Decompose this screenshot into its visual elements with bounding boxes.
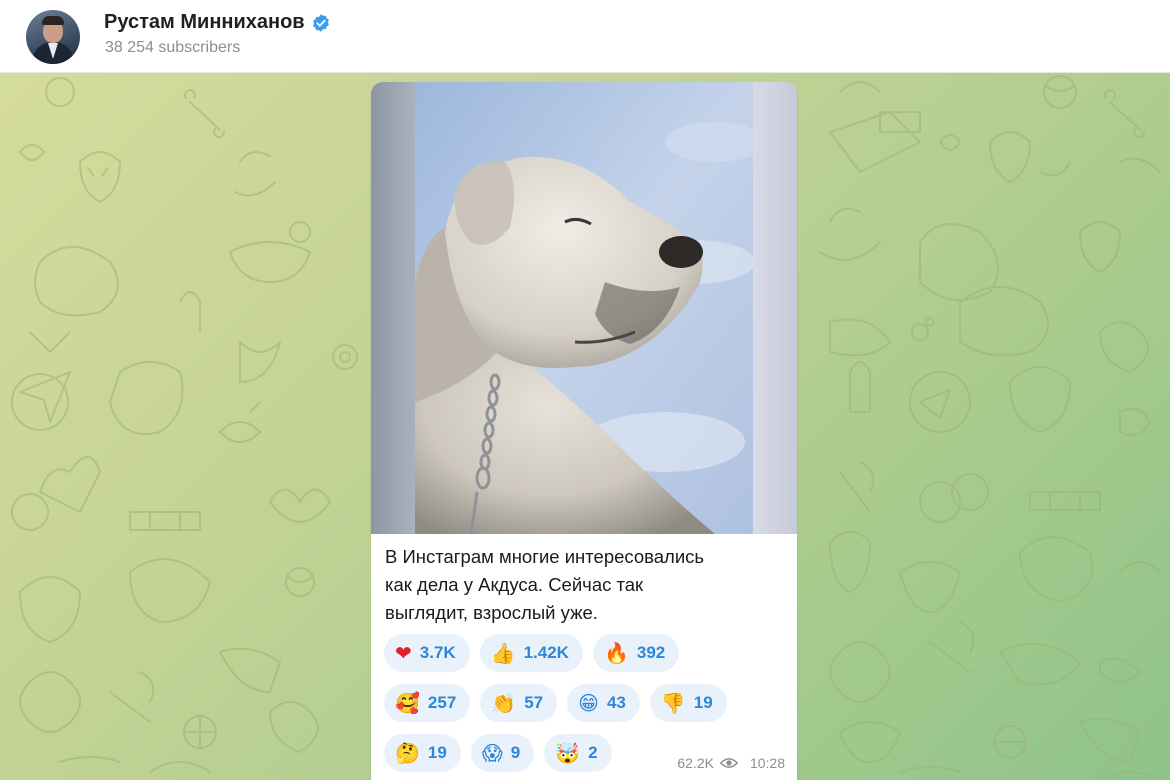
reaction-grinning[interactable]: 😁 43 <box>567 684 640 722</box>
thinking-icon: 🤔 <box>395 741 420 765</box>
reaction-screaming[interactable]: 😱 9 <box>470 734 535 772</box>
eye-icon <box>719 758 738 768</box>
reaction-count: 2 <box>588 743 598 762</box>
screaming-icon: 😱 <box>481 741 503 765</box>
reaction-count: 1.42K <box>523 643 569 662</box>
channel-name: Рустам Минниханов <box>104 11 305 33</box>
reaction-heart[interactable]: ❤ 3.7K <box>384 634 470 672</box>
reaction-count: 43 <box>606 693 626 712</box>
channel-post[interactable]: В Инстаграм многие интересовались как де… <box>371 82 797 782</box>
verified-badge-icon <box>312 13 329 32</box>
grinning-icon: 😁 <box>578 691 599 715</box>
caption-line: В Инстаграм многие интересовались <box>385 546 705 567</box>
view-count: 62.2K <box>677 755 714 771</box>
mind-blown-icon: 🤯 <box>555 741 581 765</box>
channel-header[interactable]: Рустам Минниханов 38 254 subscribers <box>0 0 1170 73</box>
reaction-count: 57 <box>524 693 544 712</box>
reaction-clapping[interactable]: 👏 57 <box>480 684 558 722</box>
reaction-count: 3.7K <box>419 643 456 662</box>
reaction-count: 19 <box>427 743 447 762</box>
photo-blur-right <box>753 82 797 534</box>
post-caption: В Инстаграм многие интересовались как де… <box>385 543 785 627</box>
reaction-count: 9 <box>510 743 521 762</box>
reaction-mind-blown[interactable]: 🤯 2 <box>544 734 612 772</box>
smiling-face-hearts-icon: 🥰 <box>395 691 420 715</box>
avatar-hair <box>42 16 64 25</box>
reaction-fire[interactable]: 🔥 392 <box>592 634 680 672</box>
caption-line: выглядит, взрослый уже. <box>385 602 598 623</box>
channel-title[interactable]: Рустам Минниханов <box>104 11 331 34</box>
photo-blur-left <box>371 82 415 534</box>
caption-line: как дела у Акдуса. Сейчас так <box>385 574 644 595</box>
thumbs-up-icon: 👍 <box>490 641 516 665</box>
dog-photo <box>415 82 753 534</box>
reaction-thumbs-up[interactable]: 👍 1.42K <box>479 634 583 672</box>
subscriber-count: 38 254 subscribers <box>105 39 241 56</box>
thumbs-down-icon: 👎 <box>660 691 686 715</box>
post-photo[interactable] <box>371 82 797 534</box>
reaction-count: 392 <box>636 643 666 662</box>
heart-icon: ❤ <box>395 641 412 665</box>
reactions-row: 🥰 257 👏 57 😁 43 👎 19 <box>384 684 784 722</box>
post-time: 10:28 <box>749 755 785 771</box>
reaction-count: 19 <box>693 693 713 712</box>
fire-icon: 🔥 <box>603 641 629 665</box>
reaction-thinking[interactable]: 🤔 19 <box>384 734 461 772</box>
reactions-row: ❤ 3.7K 👍 1.42K 🔥 392 <box>384 634 784 672</box>
channel-avatar[interactable] <box>26 10 80 64</box>
reaction-thumbs-down[interactable]: 👎 19 <box>649 684 727 722</box>
post-meta: 62.2K 10:28 <box>677 755 785 771</box>
reaction-count: 257 <box>427 693 457 712</box>
reaction-smiling-hearts[interactable]: 🥰 257 <box>384 684 471 722</box>
clapping-icon: 👏 <box>491 691 517 715</box>
